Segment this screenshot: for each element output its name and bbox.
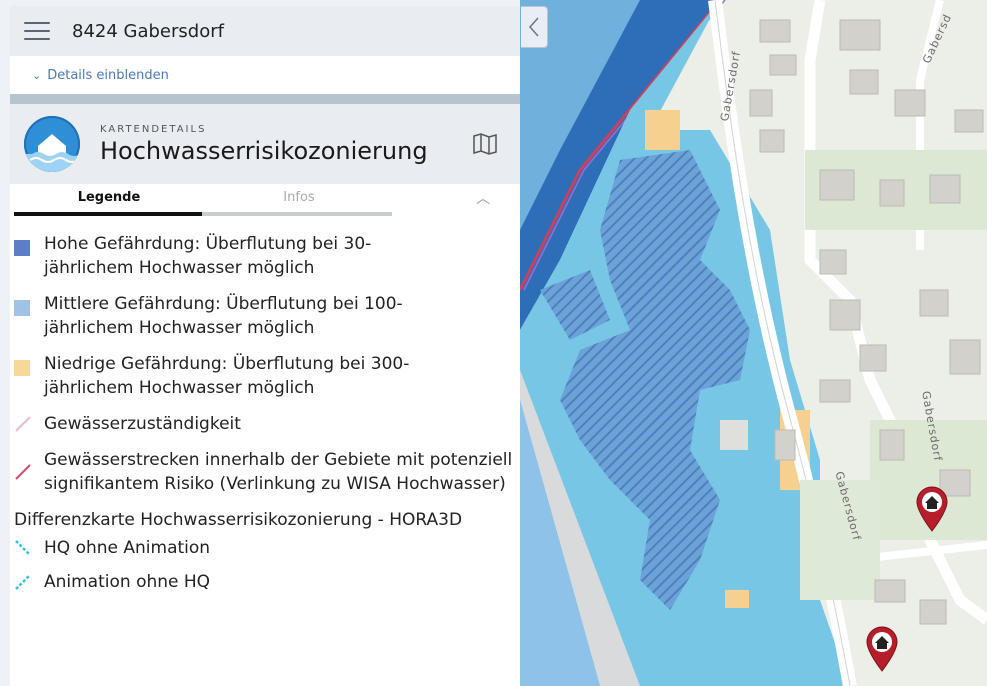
hq-dashed-icon — [15, 540, 31, 556]
page-title: Hochwasserrisikozonierung — [100, 136, 428, 165]
line-swatch-icon — [15, 416, 31, 432]
map-icon[interactable] — [472, 132, 498, 156]
map-details-header: KARTENDETAILS Hochwasserrisikozonierung — [10, 104, 520, 184]
home-marker[interactable] — [915, 486, 949, 532]
home-marker-icon — [916, 486, 948, 532]
legend-swatch — [14, 240, 30, 256]
chevron-up-icon[interactable]: ︿ — [476, 188, 490, 208]
line-swatch-icon — [15, 464, 31, 480]
side-panel: 8424 Gabersdorf ⌄ Details einblenden KAR… — [10, 6, 520, 686]
legend-label: Gewässerzuständigkeit — [44, 414, 241, 434]
animation-dashed-icon — [15, 574, 31, 590]
map-view[interactable]: Gabersdorf Gabersdorf Gabersdorf Gabersd — [520, 0, 987, 686]
legend-label: Niedrige Gefährdung: Überflutung bei 300… — [44, 354, 410, 398]
map-canvas[interactable] — [520, 0, 987, 686]
legend: Hohe Gefährdung: Überflutung bei 30-jähr… — [10, 220, 520, 594]
kicker-label: KARTENDETAILS — [100, 123, 207, 135]
address-label: 8424 Gabersdorf — [72, 20, 224, 42]
collapse-panel-button[interactable] — [521, 6, 548, 48]
legend-item: Mittlere Gefährdung: Überflutung bei 100… — [14, 292, 520, 340]
search-bar: 8424 Gabersdorf — [10, 6, 520, 56]
chevron-down-icon: ⌄ — [32, 68, 42, 82]
hamburger-menu-icon[interactable] — [24, 22, 50, 40]
home-marker-icon — [866, 626, 898, 672]
hq-legend-item: Animation ohne HQ — [14, 570, 520, 594]
hq-label: HQ ohne Animation — [44, 538, 211, 558]
legend-swatch — [14, 300, 30, 316]
legend-label: Gewässerstrecken innerhalb der Gebiete m… — [44, 450, 513, 494]
tab-bar: Legende Infos ︿ — [10, 184, 520, 220]
details-toggle[interactable]: ⌄ Details einblenden — [10, 56, 520, 94]
hq-label: Animation ohne HQ — [44, 572, 211, 592]
legend-label: Hohe Gefährdung: Überflutung bei 30-jähr… — [44, 234, 372, 278]
hq-legend-item: HQ ohne Animation — [14, 536, 520, 560]
legend-item: Niedrige Gefährdung: Überflutung bei 300… — [14, 352, 520, 400]
legend-item: Hohe Gefährdung: Überflutung bei 30-jähr… — [14, 232, 520, 280]
legend-swatch — [14, 360, 30, 376]
legend-item: Gewässerstrecken innerhalb der Gebiete m… — [14, 448, 520, 496]
section-title: Differenzkarte Hochwasserrisikozonierung… — [14, 510, 463, 530]
details-toggle-label: Details einblenden — [47, 67, 169, 83]
tab-indicator — [14, 212, 202, 216]
divider — [10, 94, 520, 104]
flood-logo-icon — [24, 116, 80, 172]
legend-item: Gewässerzuständigkeit — [14, 412, 520, 436]
chevron-left-icon — [528, 17, 539, 37]
legend-label: Mittlere Gefährdung: Überflutung bei 100… — [44, 294, 403, 338]
home-marker[interactable] — [865, 626, 899, 672]
